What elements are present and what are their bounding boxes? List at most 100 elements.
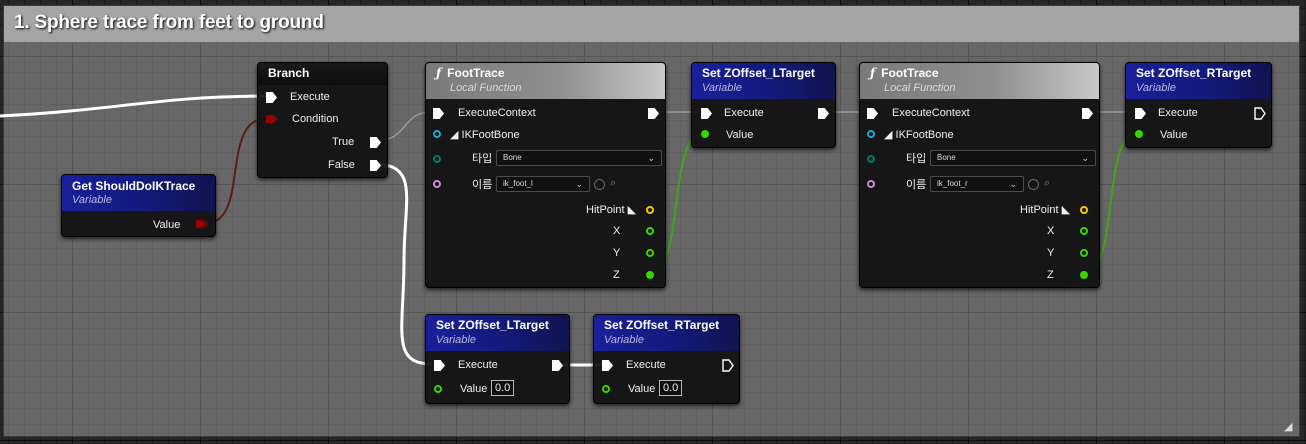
exec-pin-icon[interactable]: [552, 360, 563, 371]
node-header: Branch: [258, 63, 387, 85]
value-label: Value: [1160, 129, 1188, 141]
function-icon: ƒ: [870, 66, 876, 80]
value-label: Value: [460, 383, 488, 395]
browse-icon[interactable]: [1028, 179, 1039, 190]
value-input[interactable]: 0.0: [659, 380, 683, 396]
node-title: Set ZOffset_RTarget: [1136, 66, 1252, 80]
execute-label: Execute: [458, 359, 498, 371]
chevron-down-icon: ⌄: [647, 153, 655, 163]
node-title: Get ShouldDoIKTrace: [72, 179, 196, 193]
hitpoint-label: HitPoint ◣: [586, 204, 637, 216]
x-label: X: [613, 225, 621, 237]
node-subtitle: Variable: [702, 82, 742, 94]
exec-pin-icon[interactable]: [722, 359, 734, 372]
exec-pin-icon[interactable]: [648, 108, 659, 119]
node-header: ƒ FootTrace Local Function: [426, 63, 665, 99]
search-icon[interactable]: ⌕: [610, 176, 616, 190]
exec-pin-icon[interactable]: [867, 108, 878, 119]
exec-pin-icon[interactable]: [701, 108, 712, 119]
exec-pin-icon[interactable]: [370, 137, 381, 148]
node-set-zoffset-rtarget-bottom[interactable]: Set ZOffset_RTarget Variable Execute Val…: [593, 314, 740, 404]
value-label: Value: [628, 383, 656, 395]
node-header: Set ZOffset_RTarget Variable: [594, 315, 739, 351]
name-dropdown[interactable]: ik_foot_r ⌄: [930, 176, 1024, 192]
type-dropdown[interactable]: Bone ⌄: [930, 150, 1096, 166]
name-label: 이름: [906, 179, 927, 191]
float-pin-icon[interactable]: [646, 271, 654, 279]
float-pin-icon[interactable]: [1080, 271, 1088, 279]
node-set-zoffset-ltarget-bottom[interactable]: Set ZOffset_LTarget Variable Execute Val…: [425, 314, 570, 404]
name-pin-icon[interactable]: [433, 180, 441, 188]
node-title: Set ZOffset_LTarget: [436, 318, 549, 332]
node-subtitle: Variable: [436, 334, 476, 346]
float-pin-icon[interactable]: [1135, 130, 1143, 138]
node-foot-trace-left[interactable]: ƒ FootTrace Local Function ExecuteContext…: [425, 62, 666, 288]
search-icon[interactable]: ⌕: [1044, 176, 1050, 190]
graph-canvas[interactable]: 1. Sphere trace from feet to ground ◢ Ge…: [0, 0, 1306, 444]
node-get-should-do-ik-trace[interactable]: Get ShouldDoIKTrace Variable Value: [61, 174, 216, 237]
exec-pin-icon[interactable]: [818, 108, 829, 119]
execute-context-label: ExecuteContext: [892, 107, 970, 119]
node-title: ƒ FootTrace: [436, 66, 505, 80]
exec-wire-in: [0, 94, 269, 118]
exec-pin-icon[interactable]: [434, 360, 445, 371]
execute-label: Execute: [1158, 107, 1198, 119]
node-subtitle: Variable: [1136, 82, 1176, 94]
exec-pin-icon[interactable]: [1082, 108, 1093, 119]
value-input[interactable]: 0.0: [491, 380, 515, 396]
float-pin-icon[interactable]: [646, 227, 654, 235]
vector-pin-icon[interactable]: [1080, 206, 1088, 214]
node-header: ƒ FootTrace Local Function: [860, 63, 1099, 99]
vector-pin-icon[interactable]: [646, 206, 654, 214]
exec-pin-icon[interactable]: [433, 108, 444, 119]
chevron-down-icon: ⌄: [1009, 179, 1017, 189]
node-branch[interactable]: Branch Execute Condition True False: [257, 62, 388, 178]
float-pin-icon[interactable]: [1080, 249, 1088, 257]
bool-pin-icon[interactable]: [195, 219, 209, 229]
hitpoint-label: HitPoint ◣: [1020, 204, 1071, 216]
float-pin-icon[interactable]: [434, 385, 442, 393]
ik-foot-bone-label: ◢ IKFootBone: [450, 129, 520, 141]
node-foot-trace-right[interactable]: ƒ FootTrace Local Function ExecuteContext…: [859, 62, 1100, 288]
type-dropdown[interactable]: Bone ⌄: [496, 150, 662, 166]
node-subtitle: Variable: [604, 334, 644, 346]
name-dropdown[interactable]: ik_foot_l ⌄: [496, 176, 590, 192]
struct-pin-icon[interactable]: [867, 130, 875, 138]
node-set-zoffset-rtarget-top[interactable]: Set ZOffset_RTarget Variable Execute Val…: [1125, 62, 1272, 148]
bool-pin-icon[interactable]: [265, 114, 279, 124]
name-pin-icon[interactable]: [867, 180, 875, 188]
function-icon: ƒ: [436, 66, 442, 80]
enum-pin-icon[interactable]: [867, 155, 875, 163]
struct-pin-icon[interactable]: [433, 130, 441, 138]
node-title: ƒ FootTrace: [870, 66, 939, 80]
execute-label: Execute: [290, 91, 330, 103]
z-label: Z: [1047, 269, 1054, 281]
node-title: Set ZOffset_LTarget: [702, 66, 815, 80]
execute-label: Execute: [626, 359, 666, 371]
browse-icon[interactable]: [594, 179, 605, 190]
exec-pin-icon[interactable]: [1135, 108, 1146, 119]
false-label: False: [328, 159, 355, 171]
node-title: Branch: [268, 66, 310, 80]
type-label: 타입: [472, 153, 493, 165]
exec-pin-icon[interactable]: [266, 92, 277, 103]
y-label: Y: [613, 247, 621, 259]
value-label: Value: [153, 219, 181, 231]
node-header: Set ZOffset_RTarget Variable: [1126, 63, 1271, 99]
chevron-down-icon: ⌄: [575, 179, 583, 189]
node-set-zoffset-ltarget-top[interactable]: Set ZOffset_LTarget Variable Execute Val…: [691, 62, 836, 148]
float-pin-icon[interactable]: [646, 249, 654, 257]
exec-pin-icon[interactable]: [370, 160, 381, 171]
node-title: Set ZOffset_RTarget: [604, 318, 720, 332]
ik-foot-bone-label: ◢ IKFootBone: [884, 129, 954, 141]
exec-pin-icon[interactable]: [1254, 107, 1266, 120]
float-pin-icon[interactable]: [1080, 227, 1088, 235]
type-label: 타입: [906, 153, 927, 165]
z-label: Z: [613, 269, 620, 281]
float-pin-icon[interactable]: [602, 385, 610, 393]
node-header: Get ShouldDoIKTrace Variable: [62, 175, 215, 211]
float-pin-icon[interactable]: [701, 130, 709, 138]
chevron-down-icon: ⌄: [1081, 153, 1089, 163]
enum-pin-icon[interactable]: [433, 155, 441, 163]
exec-pin-icon[interactable]: [602, 360, 613, 371]
